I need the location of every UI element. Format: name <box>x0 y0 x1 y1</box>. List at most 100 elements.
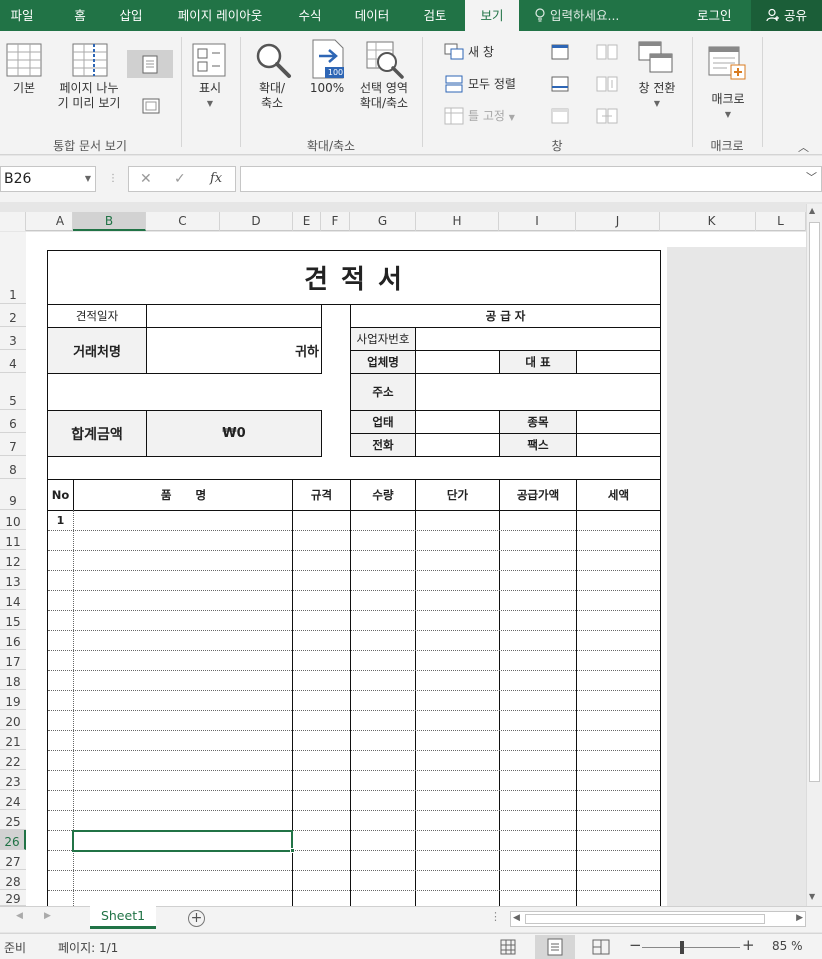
chevron-down-icon[interactable]: ▼ <box>85 167 91 191</box>
tab-review[interactable]: 검토 <box>412 0 458 31</box>
arrange-all-button[interactable]: 모두 정렬 <box>468 77 516 92</box>
unhide-window-icon[interactable] <box>550 107 570 128</box>
zoom-100-button[interactable]: 100% <box>306 81 348 96</box>
column-header-f[interactable]: F <box>321 212 350 231</box>
vertical-scrollbar[interactable]: ▲ ▼ <box>806 204 822 906</box>
zoom-button[interactable]: 확대/ 축소 <box>248 81 296 111</box>
fill-handle[interactable] <box>290 848 295 853</box>
zoom-level[interactable]: 85 % <box>772 939 803 953</box>
zoom-slider-thumb[interactable] <box>680 941 684 954</box>
custom-views-icon[interactable] <box>141 96 161 119</box>
zoom-slider-track[interactable] <box>642 947 740 948</box>
show-button[interactable]: 표시 ▼ <box>188 81 232 111</box>
row-header[interactable]: 7 <box>0 433 26 456</box>
row-header[interactable]: 8 <box>0 456 26 479</box>
zoom-to-selection-button[interactable]: 선택 영역 확대/축소 <box>354 81 414 111</box>
cancel-icon[interactable]: ✕ <box>140 166 152 192</box>
row-header[interactable]: 5 <box>0 373 26 410</box>
row-header[interactable]: 16 <box>0 630 26 650</box>
row-header[interactable]: 6 <box>0 410 26 433</box>
row-header[interactable]: 10 <box>0 510 26 530</box>
row-header[interactable]: 28 <box>0 870 26 890</box>
normal-view-button[interactable]: 기본 <box>4 81 44 96</box>
row-header[interactable]: 19 <box>0 690 26 710</box>
select-all-corner[interactable] <box>0 212 26 231</box>
row-header[interactable]: 22 <box>0 750 26 770</box>
column-header-h[interactable]: H <box>416 212 499 231</box>
add-sheet-icon[interactable]: + <box>188 910 205 927</box>
row-header[interactable]: 17 <box>0 650 26 670</box>
zoom-out-icon[interactable]: − <box>629 936 642 954</box>
enter-icon[interactable]: ✓ <box>174 166 186 192</box>
tab-data[interactable]: 데이터 <box>344 0 400 31</box>
scroll-right-icon[interactable]: ▶ <box>796 913 803 923</box>
scroll-down-icon[interactable]: ▼ <box>809 892 815 901</box>
expand-formula-bar-icon[interactable]: ﹀ <box>806 169 817 185</box>
tab-split-handle-icon[interactable]: ⋮ <box>490 910 501 923</box>
horizontal-scroll-thumb[interactable] <box>525 914 765 924</box>
row-header[interactable]: 24 <box>0 790 26 810</box>
row-header[interactable]: 14 <box>0 590 26 610</box>
row-header[interactable]: 29 <box>0 890 26 906</box>
row-header[interactable]: 27 <box>0 850 26 870</box>
row-header[interactable]: 1 <box>0 232 26 304</box>
row-header[interactable]: 4 <box>0 350 26 373</box>
row-header[interactable]: 23 <box>0 770 26 790</box>
column-header-k[interactable]: K <box>668 212 756 231</box>
column-header-j[interactable]: J <box>576 212 660 231</box>
column-header-b[interactable]: B <box>73 212 146 231</box>
row-header[interactable]: 25 <box>0 810 26 830</box>
normal-view-status-icon[interactable] <box>500 939 516 958</box>
switch-windows-button[interactable]: 창 전환 ▼ <box>630 81 684 111</box>
row-header[interactable]: 13 <box>0 570 26 590</box>
macros-button[interactable]: 매크로 ▼ <box>701 92 755 122</box>
page-break-preview-button[interactable]: 페이지 나누 기 미리 보기 <box>52 81 126 111</box>
row-header[interactable]: 21 <box>0 730 26 750</box>
row-header[interactable]: 11 <box>0 530 26 550</box>
insert-function-icon[interactable]: fx <box>210 166 222 192</box>
new-window-button[interactable]: 새 창 <box>468 45 494 60</box>
column-header-g[interactable]: G <box>350 212 416 231</box>
synchronous-scrolling-icon[interactable] <box>596 75 618 96</box>
tab-page-layout[interactable]: 페이지 레이아웃 <box>168 0 272 31</box>
collapse-ribbon-icon[interactable]: ︿ <box>798 139 809 155</box>
page-break-status-icon[interactable] <box>592 939 610 958</box>
page-layout-view-button[interactable] <box>127 50 173 78</box>
row-header[interactable]: 12 <box>0 550 26 570</box>
freeze-panes-button[interactable]: 틀 고정 ▼ <box>468 109 515 125</box>
column-header-d[interactable]: D <box>220 212 293 231</box>
horizontal-scrollbar[interactable]: ◀ ▶ <box>510 911 806 927</box>
column-header-i[interactable]: I <box>499 212 576 231</box>
prev-sheet-icon[interactable]: ◀ <box>16 911 23 921</box>
row-header[interactable]: 20 <box>0 710 26 730</box>
vertical-scroll-thumb[interactable] <box>809 222 820 782</box>
share-button[interactable]: 공유 <box>751 0 822 31</box>
page-layout-status-icon[interactable] <box>535 935 575 959</box>
name-box[interactable]: B26 ▼ <box>0 166 96 192</box>
tab-view[interactable]: 보기 <box>465 0 519 31</box>
column-header-c[interactable]: C <box>146 212 220 231</box>
sheet-tab-sheet1[interactable]: Sheet1 <box>90 905 156 929</box>
tab-home[interactable]: 홈 <box>60 0 100 31</box>
reset-window-position-icon[interactable] <box>596 107 618 128</box>
column-header-e[interactable]: E <box>293 212 321 231</box>
next-sheet-icon[interactable]: ▶ <box>44 911 51 921</box>
tab-insert[interactable]: 삽입 <box>108 0 154 31</box>
hide-window-icon[interactable] <box>550 75 570 96</box>
split-icon[interactable] <box>550 43 570 64</box>
selected-cell[interactable] <box>72 830 293 852</box>
tell-me-search[interactable]: 입력하세요... <box>534 0 619 31</box>
row-header[interactable]: 2 <box>0 304 26 327</box>
row-header[interactable]: 9 <box>0 479 26 510</box>
login-button[interactable]: 로그인 <box>697 0 732 31</box>
column-header-a[interactable]: A <box>48 212 73 231</box>
formula-input[interactable]: ﹀ <box>240 166 822 192</box>
tab-formulas[interactable]: 수식 <box>288 0 332 31</box>
tab-file[interactable]: 파일 <box>0 0 44 31</box>
row-header[interactable]: 15 <box>0 610 26 630</box>
row-header-selected[interactable]: 26 <box>0 830 26 850</box>
zoom-in-icon[interactable]: + <box>742 936 755 954</box>
column-header-l[interactable]: L <box>756 212 806 231</box>
row-header[interactable]: 3 <box>0 327 26 350</box>
row-header[interactable]: 18 <box>0 670 26 690</box>
